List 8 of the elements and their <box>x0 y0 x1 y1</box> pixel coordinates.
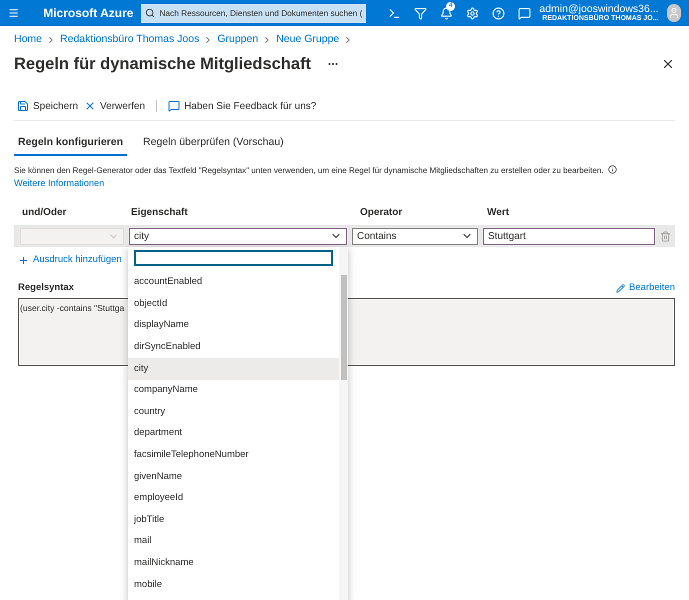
description-text: Sie können den Regel-Generator oder das Textfeld "Regelsyntax" unten verwenden, um eine Regel für dynamische Mitgliedschaften zu erstellen oder zu bearbeiten. <box>14 165 604 178</box>
column-header: und/Oder <box>22 206 68 220</box>
column-header: Eigenschaft <box>131 206 189 220</box>
syntax-text: (user.city -contains "Stuttga <box>20 302 124 313</box>
column-header: Operator <box>360 206 404 220</box>
page-title: Regeln für dynamische Mitgliedschaft <box>14 54 312 75</box>
syntax-label: Regelsyntax <box>18 281 74 296</box>
column-header: Wert <box>487 206 510 220</box>
